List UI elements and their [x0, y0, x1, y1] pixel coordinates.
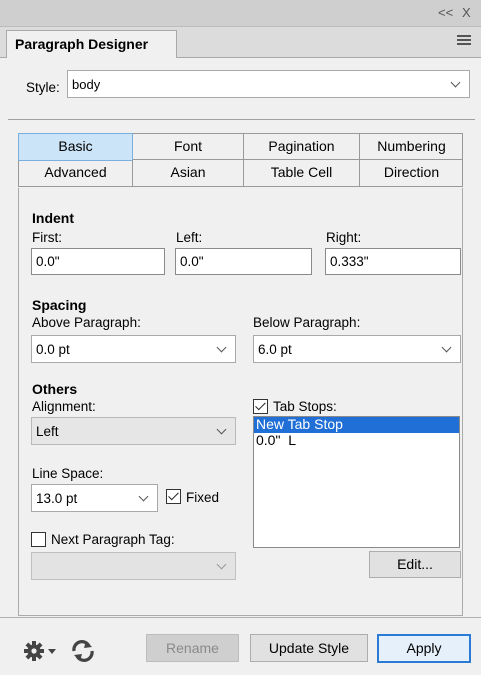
line-space-select[interactable]: 13.0 pt: [31, 484, 158, 512]
chevron-down-icon: [216, 559, 227, 570]
tab-stops-checkbox[interactable]: [253, 399, 268, 414]
divider: [8, 119, 475, 120]
tab-asian[interactable]: Asian: [133, 160, 244, 186]
spacing-heading: Spacing: [32, 297, 87, 313]
tab-table-cell[interactable]: Table Cell: [244, 160, 360, 186]
fixed-label: Fixed: [186, 490, 220, 505]
gear-menu-button[interactable]: [24, 640, 66, 662]
tab-basic[interactable]: Basic: [18, 133, 133, 161]
list-item[interactable]: 0.0" L: [254, 433, 459, 449]
next-paragraph-tag-checkbox[interactable]: [31, 532, 46, 547]
chevron-down-icon: [216, 342, 227, 353]
left-indent-label: Left:: [176, 230, 203, 245]
collapse-icon[interactable]: <<: [438, 5, 453, 20]
next-paragraph-tag-label: Next Paragraph Tag:: [51, 532, 175, 547]
next-paragraph-tag-select[interactable]: [31, 552, 236, 580]
refresh-button[interactable]: [70, 639, 96, 663]
first-indent-field[interactable]: 0.0": [31, 248, 165, 275]
tab-advanced[interactable]: Advanced: [19, 160, 133, 186]
line-space-label: Line Space:: [32, 466, 104, 481]
tab-grid: Basic Font Pagination Numbering Advanced…: [18, 133, 463, 187]
panel-title-strip: << X: [0, 0, 481, 27]
indent-heading: Indent: [32, 210, 74, 226]
left-indent-field[interactable]: 0.0": [175, 248, 312, 275]
right-indent-field[interactable]: 0.333": [325, 248, 461, 275]
list-item[interactable]: New Tab Stop: [254, 417, 459, 433]
hamburger-menu-icon[interactable]: [457, 35, 471, 46]
update-style-button[interactable]: Update Style: [250, 634, 368, 662]
alignment-select[interactable]: Left: [31, 417, 236, 445]
rename-button[interactable]: Rename: [146, 634, 239, 662]
chevron-down-icon: [216, 424, 227, 435]
style-value: body: [72, 77, 101, 92]
style-select[interactable]: body: [67, 70, 470, 98]
others-heading: Others: [32, 381, 78, 397]
below-paragraph-select[interactable]: 6.0 pt: [253, 335, 461, 363]
fixed-checkbox[interactable]: [166, 489, 181, 504]
tab-font[interactable]: Font: [133, 134, 244, 160]
below-paragraph-value: 6.0 pt: [258, 342, 292, 357]
refresh-icon: [72, 640, 94, 662]
style-label: Style:: [26, 80, 60, 95]
gear-icon: [24, 641, 56, 661]
tab-pagination[interactable]: Pagination: [244, 134, 360, 160]
close-icon[interactable]: X: [462, 5, 471, 20]
apply-button[interactable]: Apply: [377, 634, 471, 663]
tab-direction[interactable]: Direction: [360, 160, 463, 186]
below-paragraph-label: Below Paragraph:: [253, 315, 361, 330]
tab-stops-list[interactable]: New Tab Stop 0.0" L: [253, 416, 460, 548]
tab-numbering[interactable]: Numbering: [360, 134, 463, 160]
chevron-down-icon: [138, 491, 149, 502]
tab-stops-label: Tab Stops:: [273, 399, 337, 414]
alignment-value: Left: [36, 424, 59, 439]
above-paragraph-value: 0.0 pt: [36, 342, 70, 357]
panel-tab-paragraph-designer[interactable]: Paragraph Designer: [6, 30, 177, 58]
divider: [0, 617, 481, 618]
edit-button[interactable]: Edit...: [369, 551, 461, 578]
first-indent-label: First:: [32, 230, 62, 245]
panel-tab-row: Paragraph Designer: [0, 27, 481, 58]
line-space-value: 13.0 pt: [36, 491, 78, 506]
above-paragraph-label: Above Paragraph:: [32, 315, 141, 330]
alignment-label: Alignment:: [32, 399, 96, 414]
chevron-down-icon: [441, 342, 452, 353]
chevron-down-icon: [450, 77, 461, 88]
right-indent-label: Right:: [326, 230, 362, 245]
above-paragraph-select[interactable]: 0.0 pt: [31, 335, 236, 363]
